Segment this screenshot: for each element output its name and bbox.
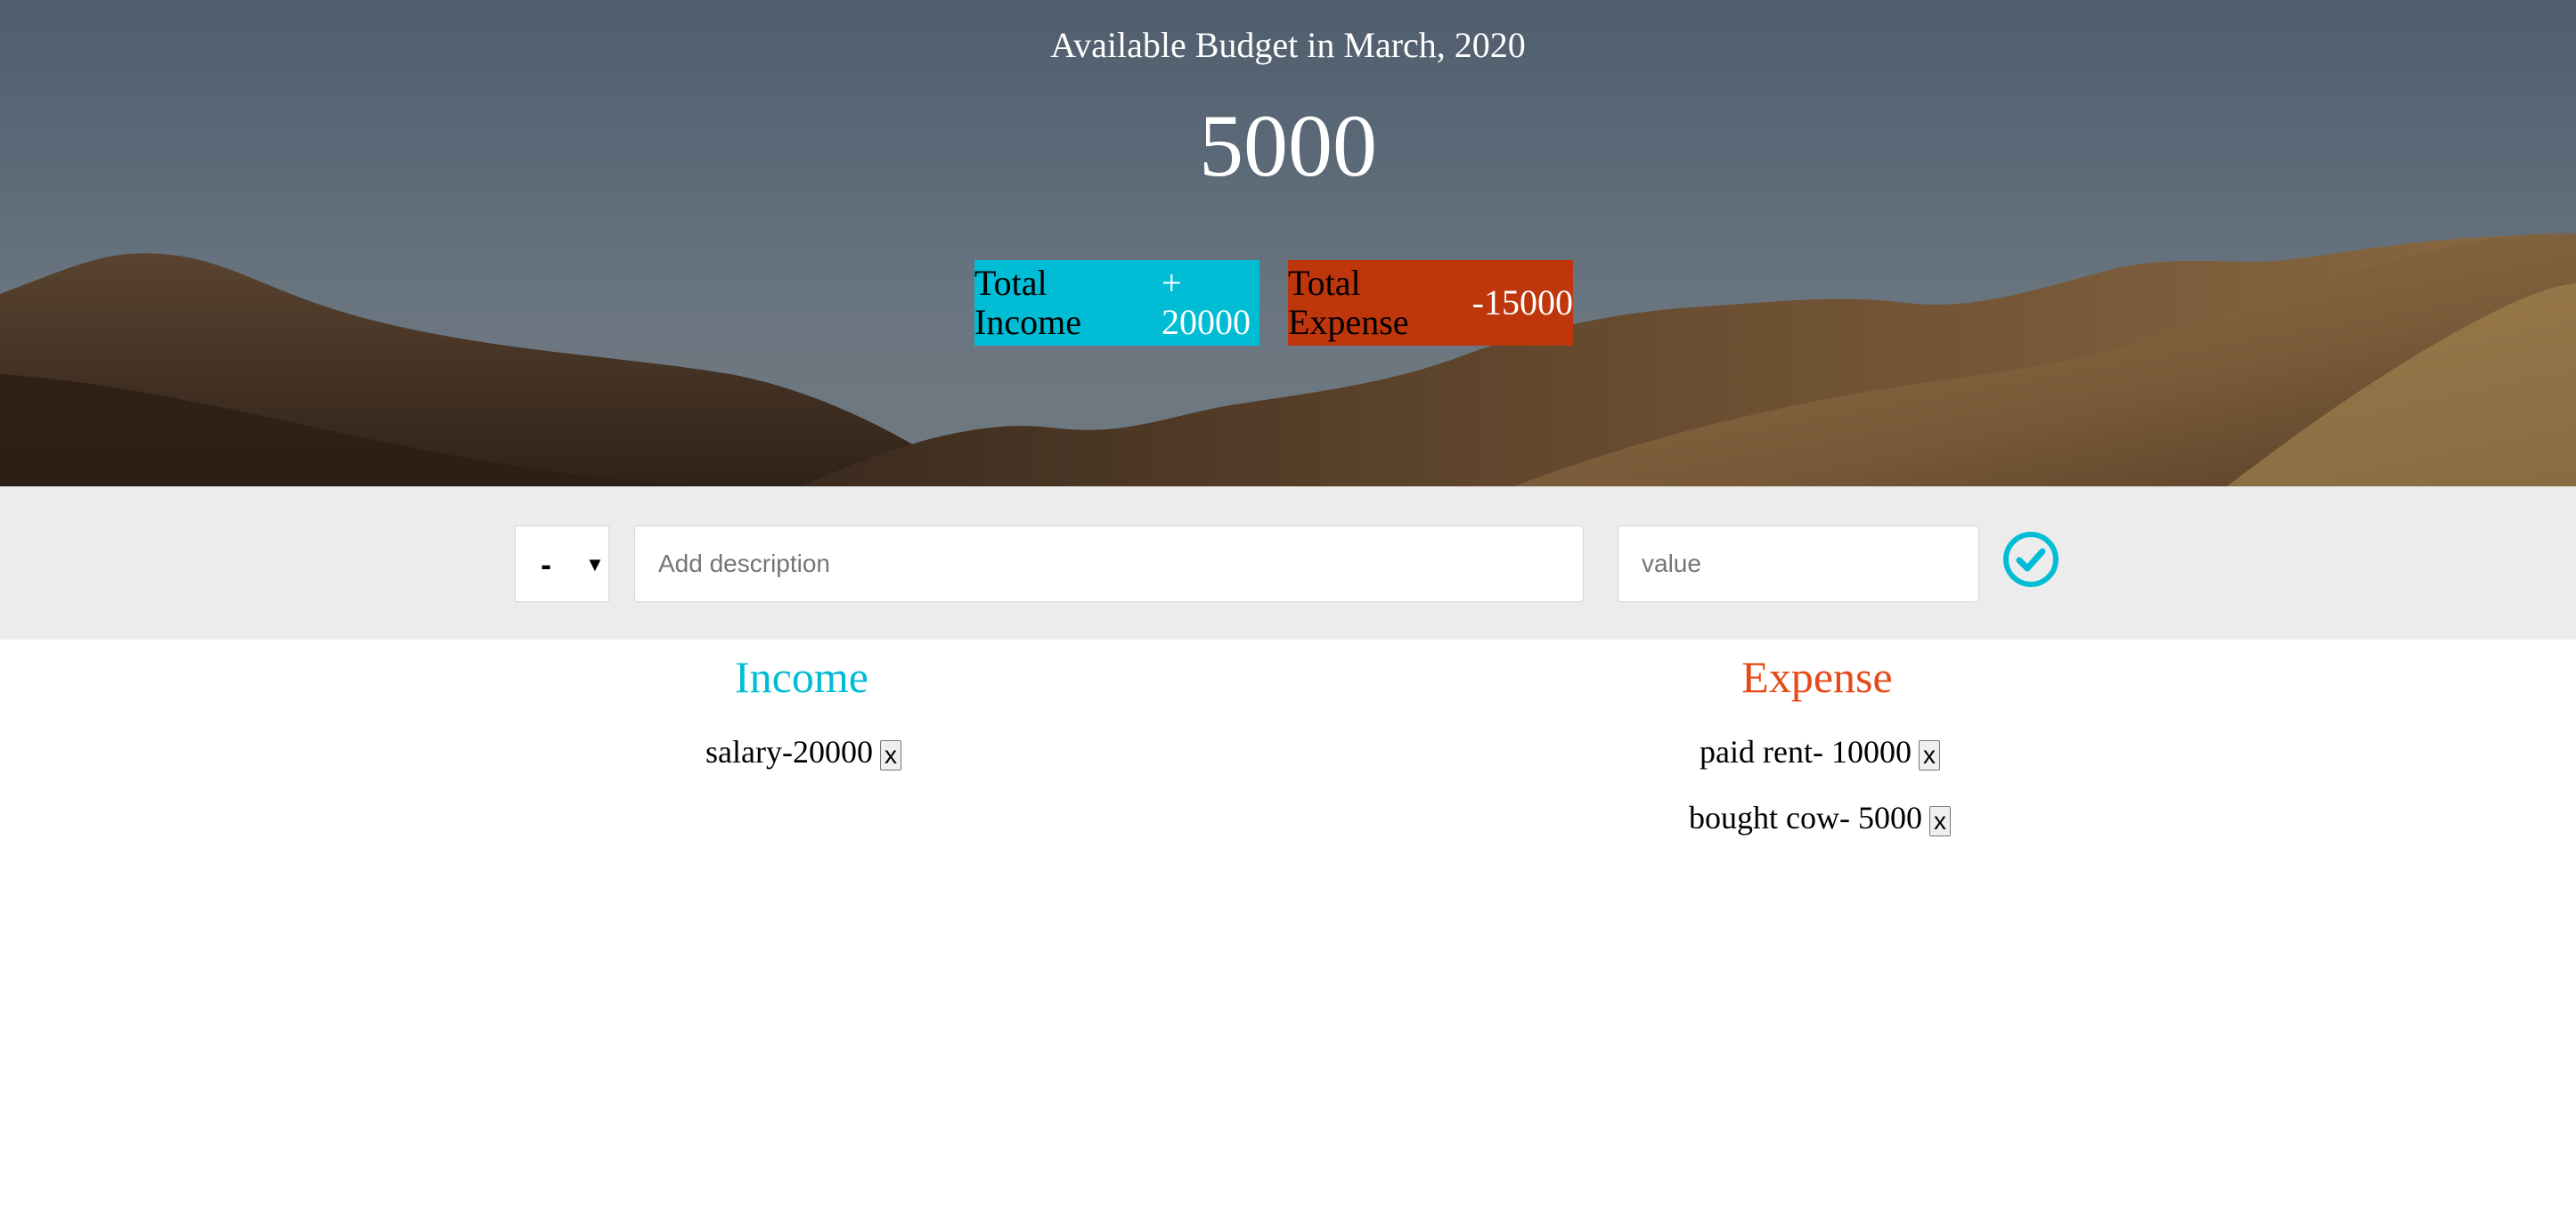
- expense-item-text: bought cow- 5000: [1689, 800, 1922, 836]
- add-item-bar: - ▼: [0, 486, 2576, 640]
- header-hero: Available Budget in March, 2020 5000 Tot…: [0, 0, 2576, 486]
- income-item-text: salary-20000: [705, 734, 873, 770]
- expense-item-text: paid rent- 10000: [1700, 734, 1912, 770]
- delete-button[interactable]: x: [1918, 739, 1940, 771]
- dropdown-arrow-icon: ▼: [585, 553, 605, 575]
- delete-button[interactable]: x: [879, 739, 901, 771]
- total-income-summary: Total Income + 20000: [974, 260, 1259, 346]
- check-circle-icon[interactable]: [2002, 531, 2059, 588]
- expense-item: paid rent- 10000 x: [1700, 732, 1940, 771]
- income-list-title: Income: [735, 652, 868, 702]
- expense-item: bought cow- 5000 x: [1689, 798, 1951, 837]
- total-income-value: + 20000: [1162, 263, 1251, 342]
- total-income-label: Total Income: [974, 263, 1081, 342]
- type-select-value: -: [541, 546, 551, 583]
- budget-title: Available Budget in March, 2020: [1050, 25, 1526, 65]
- total-expense-label: Total Expense: [1288, 263, 1409, 342]
- total-expense-summary: Total Expense -15000: [1288, 260, 1573, 346]
- total-expense-value: -15000: [1471, 282, 1573, 322]
- value-input[interactable]: [1618, 526, 1979, 602]
- mountain-background-image: [0, 232, 2576, 486]
- delete-button[interactable]: x: [1928, 805, 1951, 836]
- type-select[interactable]: - ▼: [515, 526, 609, 602]
- available-budget-amount: 5000: [1199, 96, 1377, 195]
- description-input[interactable]: [634, 526, 1584, 602]
- expense-list-title: Expense: [1741, 652, 1893, 702]
- income-item: salary-20000 x: [705, 732, 901, 771]
